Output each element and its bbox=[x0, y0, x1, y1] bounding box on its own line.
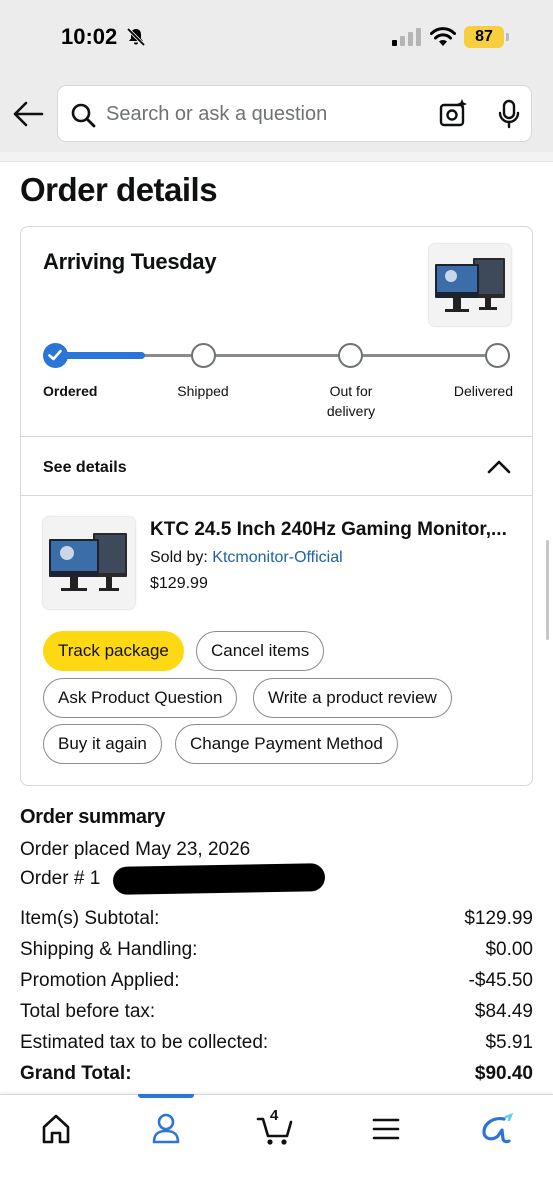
bell-muted-icon bbox=[126, 27, 146, 47]
step-out-for-delivery-dot bbox=[338, 343, 363, 368]
summary-row-value: $0.00 bbox=[485, 939, 533, 960]
summary-row-label: Total before tax: bbox=[20, 1001, 156, 1022]
product-title[interactable]: KTC 24.5 Inch 240Hz Gaming Monitor,... bbox=[150, 519, 510, 541]
summary-row-label: Grand Total: bbox=[20, 1063, 132, 1084]
step-ordered-label: Ordered bbox=[43, 383, 98, 399]
summary-row: Item(s) Subtotal: $129.99 bbox=[20, 903, 533, 934]
search-bar[interactable] bbox=[57, 85, 532, 142]
summary-row-value: $84.49 bbox=[474, 1001, 533, 1022]
active-tab-indicator bbox=[138, 1094, 194, 1098]
product-thumbnail[interactable] bbox=[429, 244, 511, 326]
microphone-icon[interactable] bbox=[498, 99, 520, 129]
checkmark-icon bbox=[48, 349, 62, 361]
card-divider bbox=[21, 436, 532, 437]
shipment-card: Arriving Tuesday Ordered Shipped Out for… bbox=[20, 226, 533, 786]
scrollbar[interactable] bbox=[546, 540, 549, 640]
monitor-image bbox=[49, 533, 127, 591]
cart-count: 4 bbox=[270, 1107, 279, 1124]
summary-row-label: Item(s) Subtotal: bbox=[20, 908, 160, 929]
header-divider bbox=[0, 152, 553, 162]
bottom-nav: 4 bbox=[0, 1094, 553, 1200]
battery-nub bbox=[506, 33, 509, 41]
product-image[interactable] bbox=[43, 517, 135, 609]
camera-search-icon[interactable] bbox=[438, 99, 468, 129]
rufus-icon[interactable] bbox=[476, 1109, 516, 1149]
arrival-status: Arriving Tuesday bbox=[43, 249, 217, 274]
order-summary: Order summary Order placed May 23, 2026 … bbox=[20, 806, 533, 1089]
change-payment-button[interactable]: Change Payment Method bbox=[175, 724, 398, 764]
cancel-items-button[interactable]: Cancel items bbox=[196, 631, 325, 671]
chevron-up-icon[interactable] bbox=[487, 459, 511, 475]
order-placed-date: Order placed May 23, 2026 bbox=[20, 839, 251, 860]
summary-row: Total before tax: $84.49 bbox=[20, 996, 533, 1027]
seller-link[interactable]: Ktcmonitor-Official bbox=[212, 549, 342, 566]
step-delivered-label: Delivered bbox=[453, 383, 513, 399]
back-arrow-icon[interactable] bbox=[12, 100, 44, 128]
summary-row-label: Promotion Applied: bbox=[20, 970, 180, 991]
sold-by-label: Sold by: bbox=[150, 549, 213, 566]
redaction-mark bbox=[112, 863, 326, 895]
summary-row-value: $90.40 bbox=[474, 1063, 533, 1084]
ask-product-question-button[interactable]: Ask Product Question bbox=[43, 678, 238, 718]
card-divider bbox=[21, 495, 532, 496]
write-review-button[interactable]: Write a product review bbox=[253, 678, 452, 718]
buy-again-button[interactable]: Buy it again bbox=[43, 724, 162, 764]
summary-rows: Item(s) Subtotal: $129.99 Shipping & Handl… bbox=[20, 903, 533, 1089]
tracker-progress-fill bbox=[55, 352, 145, 359]
monitor-image bbox=[435, 258, 505, 312]
see-details-toggle[interactable]: See details bbox=[43, 459, 127, 477]
signal-icon bbox=[392, 28, 421, 46]
summary-row-label: Shipping & Handling: bbox=[20, 939, 198, 960]
page-title: Order details bbox=[20, 171, 218, 208]
sold-by: Sold by: Ktcmonitor-Official bbox=[150, 549, 343, 567]
menu-icon[interactable] bbox=[366, 1109, 406, 1149]
shipment-tracker: Ordered Shipped Out for delivery Deliver… bbox=[43, 343, 513, 423]
home-icon[interactable] bbox=[36, 1109, 76, 1149]
search-input[interactable] bbox=[106, 96, 426, 132]
cart-button[interactable]: 4 bbox=[256, 1107, 296, 1149]
step-out-for-delivery-label: Out for delivery bbox=[326, 383, 376, 419]
search-icon bbox=[71, 103, 96, 128]
step-shipped-dot bbox=[191, 343, 216, 368]
summary-row: Shipping & Handling: $0.00 bbox=[20, 934, 533, 965]
step-delivered-dot bbox=[485, 343, 510, 368]
summary-row-label: Estimated tax to be collected: bbox=[20, 1032, 269, 1053]
step-shipped-label: Shipped bbox=[177, 383, 229, 399]
summary-row-value: $5.91 bbox=[485, 1032, 533, 1053]
top-bar: 10:02 87 bbox=[0, 0, 553, 152]
grand-total-row: Grand Total: $90.40 bbox=[20, 1058, 533, 1089]
track-package-button[interactable]: Track package bbox=[43, 631, 184, 671]
step-ordered-dot bbox=[43, 343, 68, 368]
wifi-icon bbox=[430, 27, 456, 46]
order-summary-heading: Order summary bbox=[20, 806, 166, 828]
status-time: 10:02 bbox=[61, 24, 118, 49]
account-icon[interactable] bbox=[146, 1109, 186, 1149]
product-price: $129.99 bbox=[150, 575, 208, 592]
summary-row-value: -$45.50 bbox=[468, 970, 533, 991]
summary-row-value: $129.99 bbox=[464, 908, 533, 929]
summary-row: Promotion Applied: -$45.50 bbox=[20, 965, 533, 996]
summary-row: Estimated tax to be collected: $5.91 bbox=[20, 1027, 533, 1058]
battery-indicator: 87 bbox=[464, 26, 504, 48]
